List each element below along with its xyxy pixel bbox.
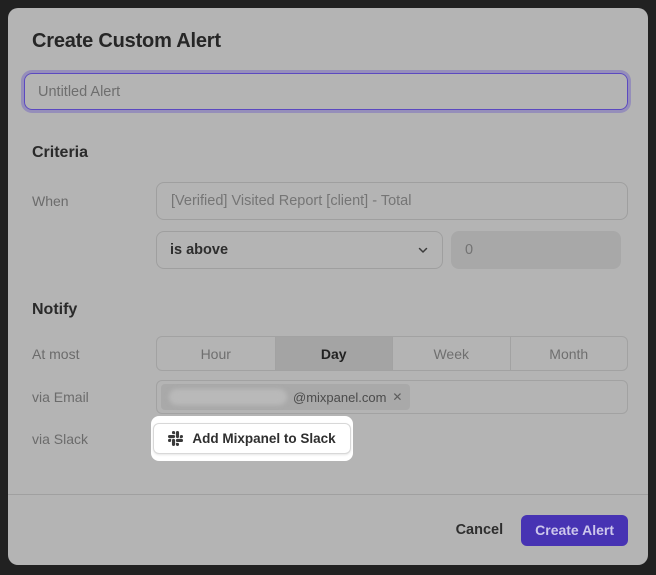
frequency-segmented-control: Hour Day Week Month bbox=[156, 336, 628, 371]
modal-footer: Cancel Create Alert bbox=[8, 494, 648, 565]
operator-selected-value: is above bbox=[170, 242, 228, 258]
cancel-button[interactable]: Cancel bbox=[456, 522, 504, 538]
criteria-heading: Criteria bbox=[32, 144, 628, 162]
frequency-option-hour[interactable]: Hour bbox=[157, 337, 275, 370]
email-row: via Email @mixpanel.com ✕ bbox=[32, 380, 628, 414]
operator-row: is above bbox=[32, 231, 628, 269]
remove-email-icon[interactable]: ✕ bbox=[392, 391, 402, 403]
at-most-label: At most bbox=[32, 346, 156, 362]
operator-dropdown[interactable]: is above bbox=[156, 231, 443, 269]
slack-button-label: Add Mixpanel to Slack bbox=[192, 431, 335, 446]
slack-icon bbox=[168, 431, 183, 446]
add-mixpanel-to-slack-button[interactable]: Add Mixpanel to Slack bbox=[153, 423, 350, 454]
via-slack-label: via Slack bbox=[32, 431, 156, 447]
create-alert-button[interactable]: Create Alert bbox=[521, 515, 628, 546]
alert-name-input[interactable] bbox=[24, 73, 628, 110]
frequency-option-month[interactable]: Month bbox=[510, 337, 628, 370]
frequency-option-day[interactable]: Day bbox=[275, 337, 393, 370]
when-label: When bbox=[32, 193, 156, 209]
email-redacted-username bbox=[169, 389, 287, 405]
when-event-input[interactable]: [Verified] Visited Report [client] - Tot… bbox=[156, 182, 628, 220]
slack-button-spotlight: Add Mixpanel to Slack bbox=[151, 416, 353, 461]
when-event-value: [Verified] Visited Report [client] - Tot… bbox=[171, 193, 411, 209]
email-chip: @mixpanel.com ✕ bbox=[161, 384, 410, 410]
frequency-row: At most Hour Day Week Month bbox=[32, 336, 628, 371]
email-recipients-input[interactable]: @mixpanel.com ✕ bbox=[156, 380, 628, 414]
page-title: Create Custom Alert bbox=[32, 30, 628, 53]
via-email-label: via Email bbox=[32, 389, 156, 405]
notify-heading: Notify bbox=[32, 301, 628, 319]
when-row: When [Verified] Visited Report [client] … bbox=[32, 182, 628, 220]
email-domain-text: @mixpanel.com bbox=[293, 390, 386, 405]
frequency-option-week[interactable]: Week bbox=[392, 337, 510, 370]
chevron-down-icon bbox=[417, 244, 429, 256]
threshold-input[interactable] bbox=[451, 231, 621, 269]
slack-row: via Slack Add Mixpanel to Slack bbox=[32, 416, 628, 461]
create-custom-alert-modal: Create Custom Alert Criteria When [Verif… bbox=[8, 8, 648, 565]
